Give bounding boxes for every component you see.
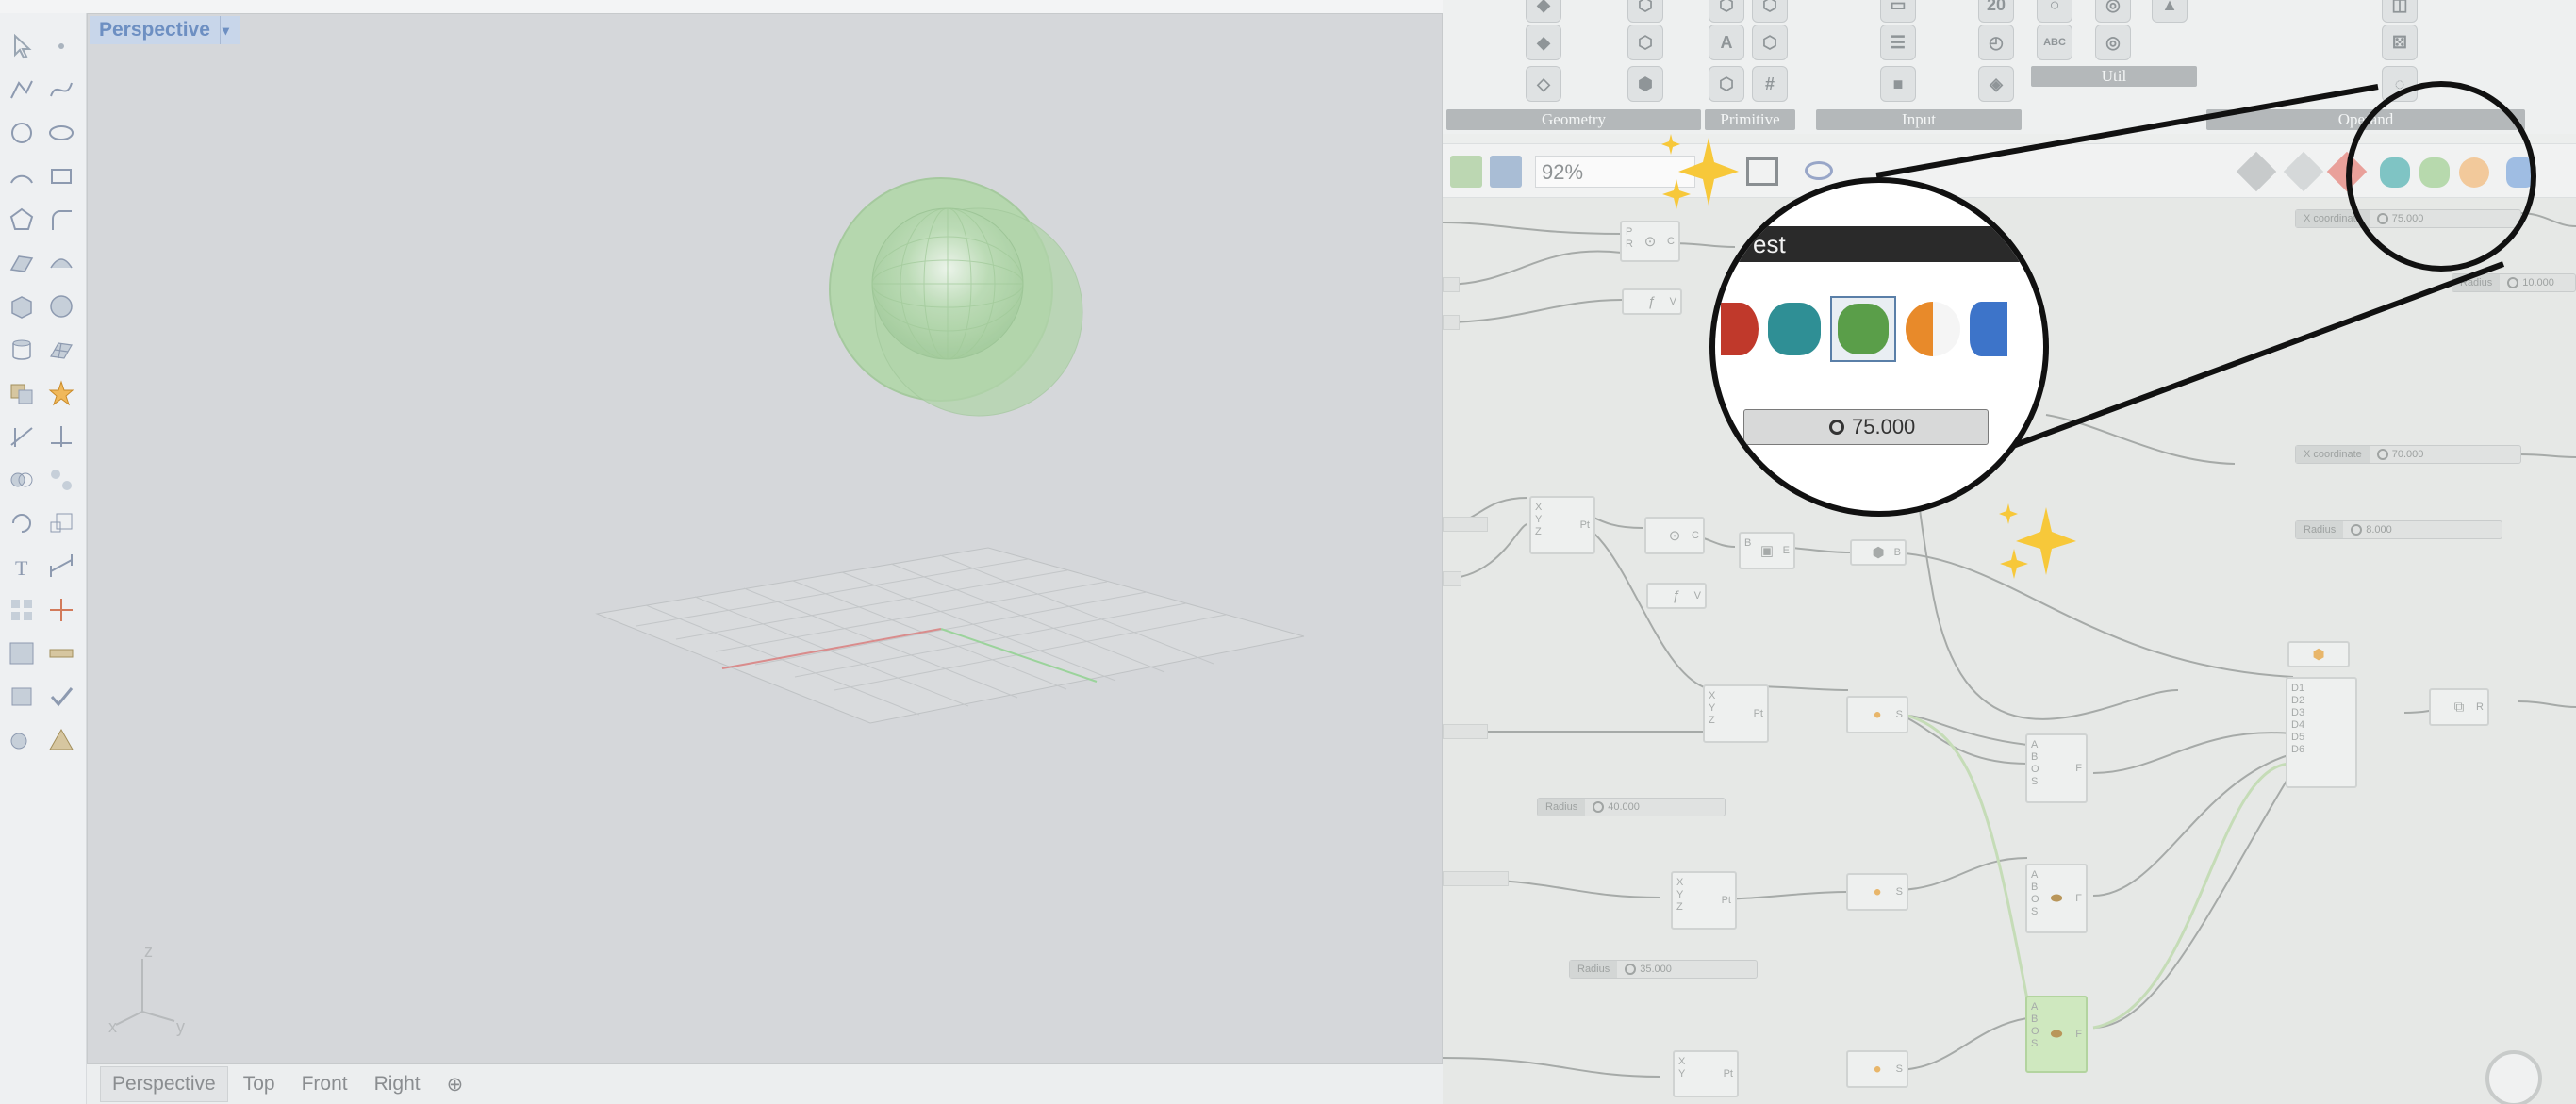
blue-preview-icon: [1970, 302, 2007, 356]
selected-preview-icon: [1830, 296, 1896, 362]
magnifier-title: est: [1715, 226, 2043, 262]
sphere-preview-icon: [1906, 302, 1960, 356]
teal-preview-icon: [1768, 303, 1821, 355]
rhino-grasshopper-workspace: T Perspective ▾ z x y Perspective Top Fr…: [0, 0, 2576, 1104]
magnifier-zoom: est 75.000: [1709, 177, 2049, 517]
magnified-slider: 75.000: [1743, 409, 1989, 445]
magnifier-source-lens: [2346, 81, 2536, 272]
window-top-strip: [0, 0, 1443, 13]
red-preview-icon: [1721, 303, 1759, 355]
magnifier-preview-icons: [1715, 296, 2043, 362]
magnifier-callout-lines: [1875, 84, 2505, 450]
